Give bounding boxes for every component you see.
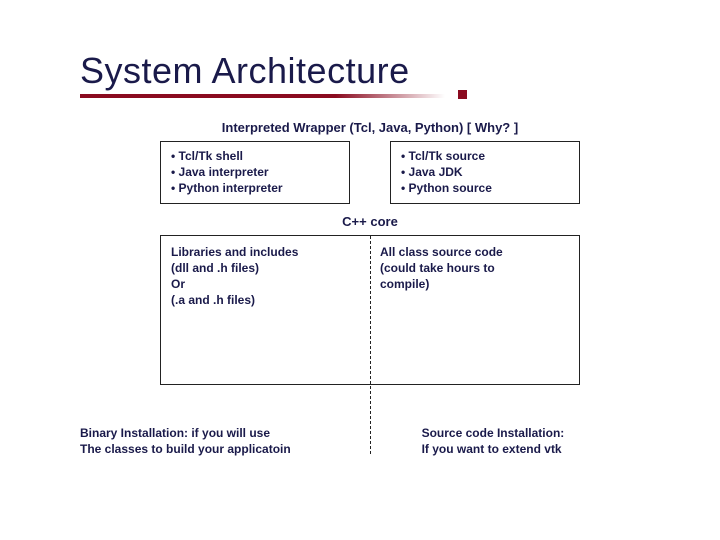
- line: Libraries and includes: [171, 244, 360, 260]
- core-box: Libraries and includes (dll and .h files…: [160, 235, 580, 385]
- wrapper-row: • Tcl/Tk shell • Java interpreter • Pyth…: [104, 141, 636, 204]
- wrapper-right-box: • Tcl/Tk source • Java JDK • Python sour…: [390, 141, 580, 204]
- slide-title: System Architecture: [80, 50, 660, 92]
- footer-left: Binary Installation: if you will use The…: [80, 425, 382, 457]
- line: (.a and .h files): [171, 292, 360, 308]
- dashed-divider: [370, 236, 371, 454]
- wrapper-left-box: • Tcl/Tk shell • Java interpreter • Pyth…: [160, 141, 350, 204]
- title-underline: [80, 94, 445, 98]
- bullet: • Python interpreter: [171, 180, 339, 196]
- bullet: • Java JDK: [401, 164, 569, 180]
- line: Or: [171, 276, 360, 292]
- wrapper-heading: Interpreted Wrapper (Tcl, Java, Python) …: [80, 120, 660, 135]
- line: (dll and .h files): [171, 260, 360, 276]
- core-heading: C++ core: [80, 214, 660, 229]
- bullet: • Tcl/Tk source: [401, 148, 569, 164]
- core-wrap: Libraries and includes (dll and .h files…: [160, 235, 580, 385]
- line: Binary Installation: if you will use: [80, 425, 372, 441]
- line: Source code Installation:: [422, 425, 660, 441]
- slide: System Architecture Interpreted Wrapper …: [0, 0, 720, 540]
- bullet: • Java interpreter: [171, 164, 339, 180]
- line: All class source code: [380, 244, 569, 260]
- footer-right: Source code Installation: If you want to…: [382, 425, 660, 457]
- line: The classes to build your applicatoin: [80, 441, 372, 457]
- content: Interpreted Wrapper (Tcl, Java, Python) …: [80, 120, 660, 457]
- core-left: Libraries and includes (dll and .h files…: [161, 236, 370, 384]
- line: If you want to extend vtk: [422, 441, 660, 457]
- bullet: • Python source: [401, 180, 569, 196]
- core-right: All class source code (could take hours …: [370, 236, 579, 384]
- title-block: System Architecture: [80, 50, 660, 98]
- line: compile): [380, 276, 569, 292]
- bullet: • Tcl/Tk shell: [171, 148, 339, 164]
- line: (could take hours to: [380, 260, 569, 276]
